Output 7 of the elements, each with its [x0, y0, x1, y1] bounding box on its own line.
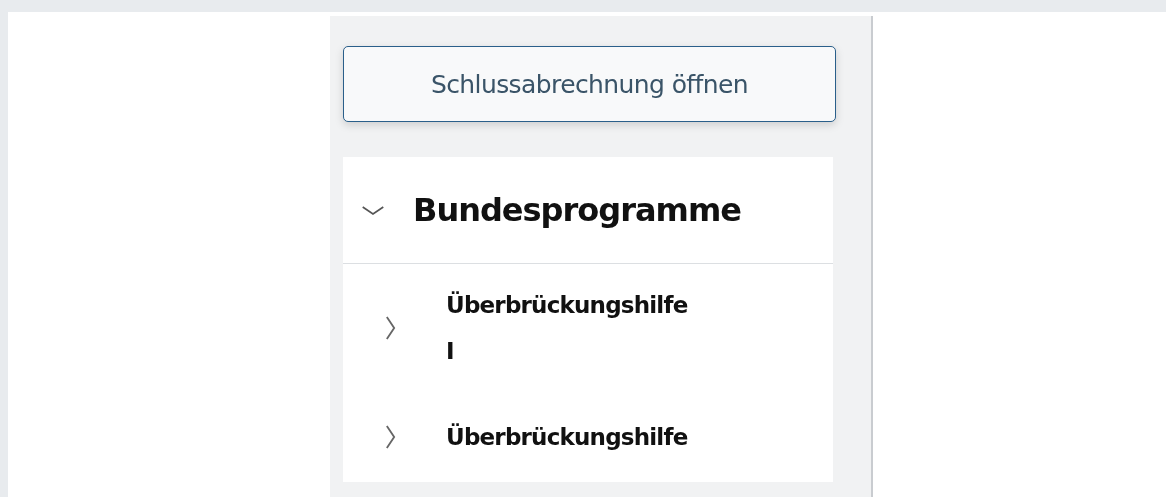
chevron-icon[interactable] [385, 315, 396, 341]
program-item[interactable]: Überbrückungshilfe I [446, 282, 688, 374]
chevron-icon[interactable] [385, 424, 396, 450]
open-final-statement-button[interactable]: Schlussabrechnung öffnen [343, 46, 836, 122]
program-item[interactable]: Überbrückungshilfe [446, 414, 688, 460]
section-title[interactable]: Bundesprogramme [413, 191, 741, 229]
chevron-icon[interactable] [361, 204, 385, 216]
